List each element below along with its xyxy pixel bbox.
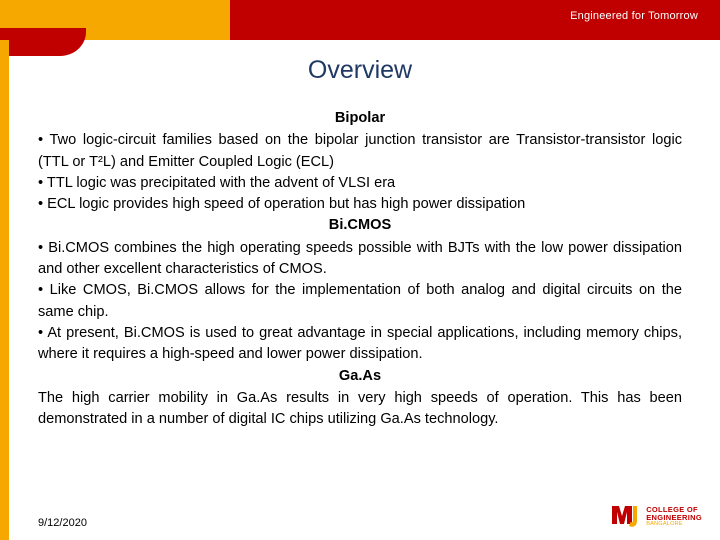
- bicmos-line-3: • At present, Bi.CMOS is used to great a…: [38, 324, 682, 363]
- mvj-logo-icon: [610, 502, 640, 532]
- section-heading-bipolar: Bipolar: [334, 110, 386, 126]
- slide-date: 9/12/2020: [38, 517, 87, 529]
- left-accent-bar: [0, 40, 9, 540]
- top-banner: Engineered for Tomorrow: [0, 0, 720, 40]
- page-title: Overview: [307, 56, 413, 84]
- bicmos-line-1: • Bi.CMOS combines the high operating sp…: [38, 239, 682, 278]
- bipolar-line-1: • Two logic-circuit families based on th…: [38, 132, 682, 170]
- top-banner-red-block: Engineered for Tomorrow: [230, 0, 720, 40]
- ribbon-decoration: [0, 28, 86, 56]
- gaas-line-1: The high carrier mobility in Ga.As resul…: [38, 389, 682, 428]
- mvj-logo: COLLEGE OF ENGINEERING BANGALORE: [610, 500, 702, 534]
- bicmos-line-2: • Like CMOS, Bi.CMOS allows for the impl…: [38, 282, 682, 320]
- banner-tagline: Engineered for Tomorrow: [570, 10, 698, 22]
- mvj-logo-text: COLLEGE OF ENGINEERING BANGALORE: [646, 506, 702, 527]
- section-heading-gaas: Ga.As: [338, 367, 382, 384]
- slide-body: Bipolar • Two logic-circuit families bas…: [38, 108, 682, 430]
- section-heading-bicmos: Bi.CMOS: [328, 217, 392, 234]
- slide: Engineered for Tomorrow Overview Bipolar…: [0, 0, 720, 540]
- mvj-logo-line3: BANGALORE: [646, 520, 683, 527]
- bipolar-line-2: • TTL logic was precipitated with the ad…: [38, 174, 396, 191]
- bipolar-line-3: • ECL logic provides high speed of opera…: [38, 196, 526, 213]
